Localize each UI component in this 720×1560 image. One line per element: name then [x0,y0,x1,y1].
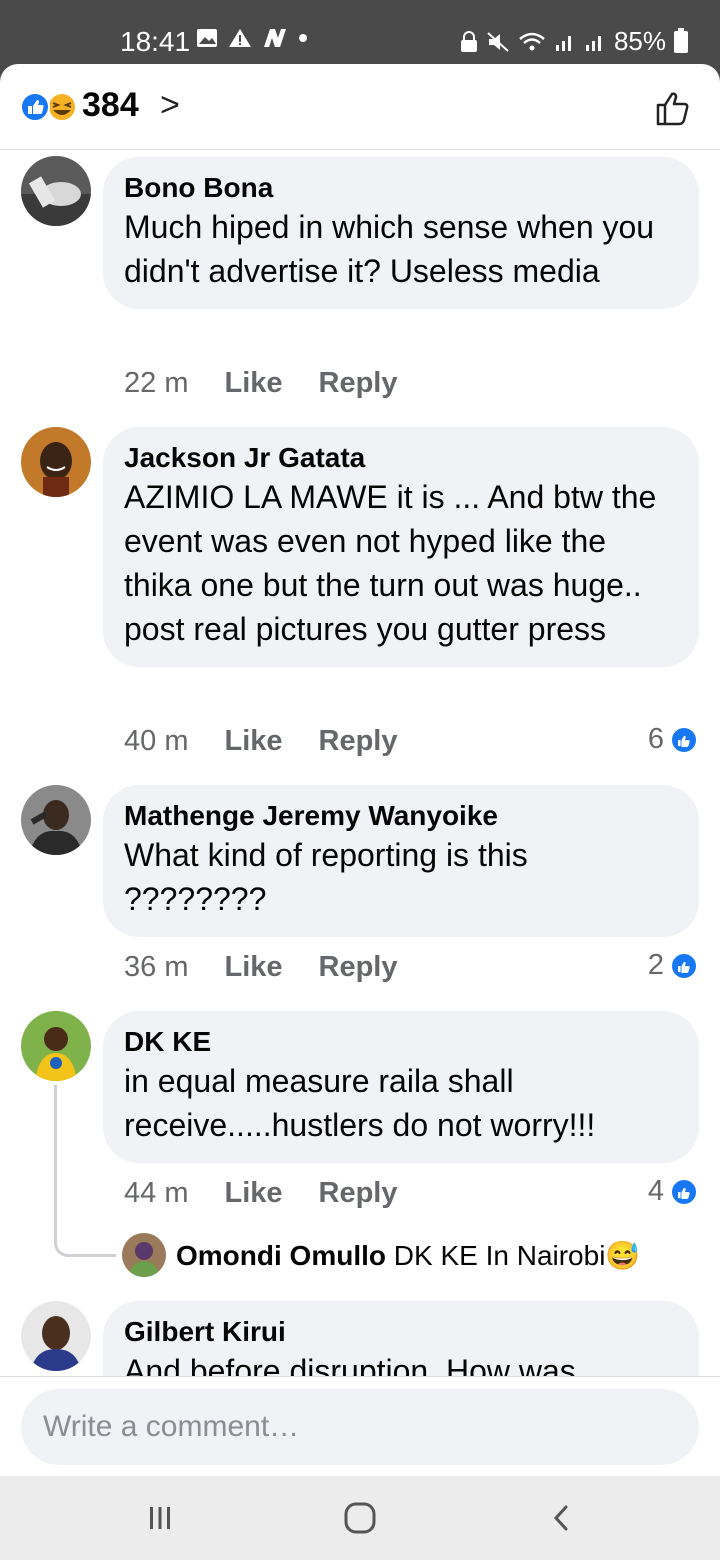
like-button[interactable]: Like [224,725,282,758]
avatar[interactable] [122,1233,166,1277]
comment-input[interactable] [21,1389,699,1465]
comment-text: AZIMIO LA MAWE it is ... And btw the eve… [124,479,657,647]
reaction-count[interactable]: 384 [82,86,139,125]
n-icon [264,29,286,47]
like-reaction-icon [670,725,698,754]
image-icon [197,29,217,47]
comment-author[interactable]: Bono Bona [124,171,679,205]
like-button[interactable]: Like [224,1177,282,1210]
like-reaction-icon [670,1177,698,1206]
signal-icon [555,35,571,51]
reply-button[interactable]: Reply [319,1177,398,1210]
comment-like-count[interactable]: 6 [648,723,698,756]
grinning-sweat-emoji-icon: 😅 [605,1239,641,1271]
reply-button[interactable]: Reply [319,951,398,984]
status-time: 18:41 [120,26,191,57]
reply-preview[interactable]: Omondi Omullo DK KE In Nairobi😅 [122,1233,640,1277]
back-icon[interactable] [542,1498,582,1538]
comment-author[interactable]: Jackson Jr Gatata [124,441,679,475]
reply-text: DK KE In Nairobi [393,1239,606,1271]
reactions-header: 384 > [0,64,720,150]
comment-bubble[interactable]: Jackson Jr Gatata AZIMIO LA MAWE it is .… [103,427,699,667]
comment-time: 44 m [124,1177,189,1209]
like-button[interactable]: Like [224,367,282,400]
haha-reaction-icon [47,92,77,122]
reply-author[interactable]: Omondi Omullo [176,1240,386,1271]
recent-apps-icon[interactable] [140,1498,180,1538]
avatar[interactable] [21,785,91,855]
wifi-icon [519,32,545,50]
comment-like-count[interactable]: 4 [648,1175,698,1208]
comment-author[interactable]: Mathenge Jeremy Wanyoike [124,799,679,833]
comment-like-count[interactable]: 2 [648,949,698,982]
comment-bubble[interactable]: Mathenge Jeremy Wanyoike What kind of re… [103,785,699,937]
chevron-right-icon[interactable]: > [160,86,180,125]
like-reaction-icon [670,951,698,980]
like-count-value: 2 [647,949,664,981]
comment-composer [0,1376,720,1476]
mute-icon [487,31,509,52]
comment-text: And before disruption. How was [124,1353,576,1377]
battery-percent: 85% [613,26,666,56]
reply-thread-line [54,1085,116,1257]
comment-bubble[interactable]: Bono Bona Much hiped in which sense when… [103,157,699,309]
battery-icon [674,27,688,53]
comment-list: Bono Bona Much hiped in which sense when… [0,151,720,1377]
avatar[interactable] [21,1011,91,1081]
like-count-value: 4 [647,1175,664,1207]
reply-button[interactable]: Reply [319,367,398,400]
system-nav-bar [0,1476,720,1560]
signal-icon [585,35,601,51]
comment-bubble[interactable]: Gilbert Kirui And before disruption. How… [103,1301,699,1377]
comment-author[interactable]: DK KE [124,1025,679,1059]
avatar[interactable] [21,1301,91,1371]
comment-text: in equal measure raila shall receive....… [124,1063,596,1143]
like-reaction-icon [20,92,50,122]
like-count-value: 6 [647,723,664,755]
comment-time: 36 m [124,951,189,983]
comment-text: What kind of reporting is this ???????? [124,837,528,917]
thumbs-up-outline-icon[interactable] [654,88,694,128]
warning-icon [229,29,251,47]
comment-author[interactable]: Gilbert Kirui [124,1315,679,1349]
comment-time: 22 m [124,367,189,399]
comment-time: 40 m [124,725,189,757]
like-button[interactable]: Like [224,951,282,984]
dot-icon [299,34,307,42]
reactions-summary[interactable] [20,92,78,122]
lock-icon [460,30,477,52]
home-icon[interactable] [340,1498,380,1538]
avatar[interactable] [21,156,91,226]
comments-sheet: 384 > Bono Bona Much hiped in which sens… [0,64,720,1476]
reply-button[interactable]: Reply [319,725,398,758]
comment-text: Much hiped in which sense when you didn'… [124,209,655,289]
avatar[interactable] [21,427,91,497]
comment-bubble[interactable]: DK KE in equal measure raila shall recei… [103,1011,699,1163]
